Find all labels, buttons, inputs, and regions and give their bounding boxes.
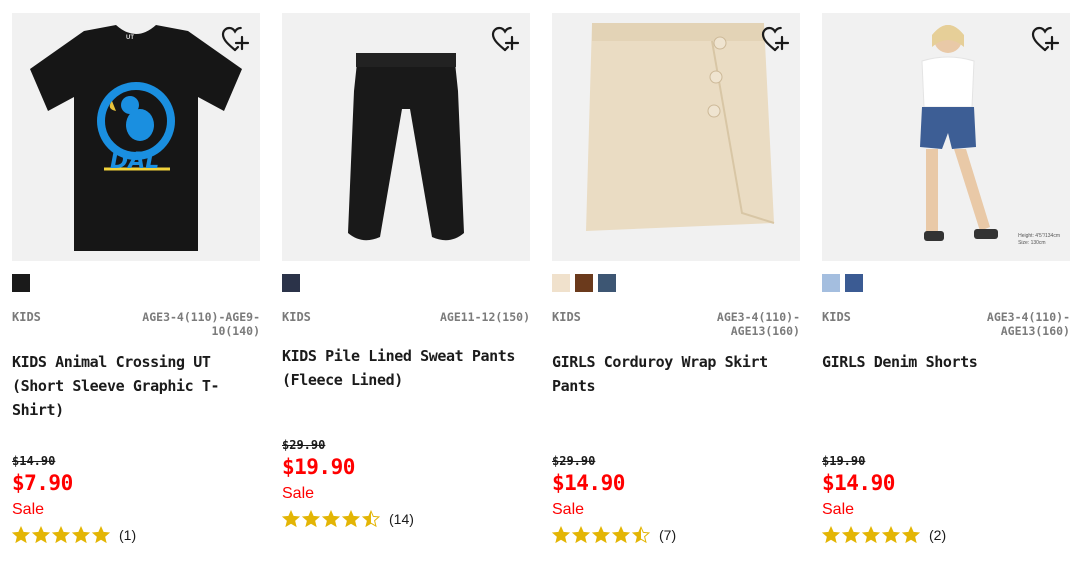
- price-block: $19.90 $14.90 Sale (2): [822, 454, 946, 544]
- model-height: Height: 4'5"/134cm: [1018, 233, 1060, 239]
- sale-label: Sale: [552, 501, 585, 518]
- rating[interactable]: (1): [12, 526, 136, 544]
- product-image[interactable]: [282, 13, 530, 261]
- color-swatch[interactable]: [845, 274, 863, 292]
- size-range: AGE3-4(110)-AGE13(160): [986, 310, 1070, 338]
- sale-label: Sale: [12, 501, 45, 518]
- color-swatch[interactable]: [598, 274, 616, 292]
- star-full-icon: [52, 526, 70, 544]
- add-to-wishlist-heart-icon[interactable]: [220, 25, 250, 53]
- color-swatch[interactable]: [12, 274, 30, 292]
- star-rating: [552, 526, 650, 544]
- color-swatch[interactable]: [822, 274, 840, 292]
- star-full-icon: [842, 526, 860, 544]
- star-full-icon: [552, 526, 570, 544]
- product-name[interactable]: KIDS Pile Lined Sweat Pants (Fleece Line…: [282, 344, 522, 392]
- color-swatch[interactable]: [552, 274, 570, 292]
- size-range: AGE3-4(110)-AGE13(160): [716, 310, 800, 338]
- star-full-icon: [282, 510, 300, 528]
- color-swatches: [12, 274, 260, 292]
- original-price: $14.90: [12, 454, 56, 468]
- star-rating: [12, 526, 110, 544]
- product-name[interactable]: GIRLS Corduroy Wrap Skirt Pants: [552, 350, 792, 398]
- star-full-icon: [12, 526, 30, 544]
- price-block: $29.90 $19.90 Sale (14): [282, 438, 414, 528]
- sale-price: $19.90: [282, 455, 355, 479]
- size-range: AGE3-4(110)-AGE9-10(140): [142, 310, 260, 338]
- star-rating: [822, 526, 920, 544]
- star-half-icon: [632, 526, 650, 544]
- add-to-wishlist-heart-icon[interactable]: [760, 25, 790, 53]
- original-price: $29.90: [552, 454, 596, 468]
- star-full-icon: [322, 510, 340, 528]
- star-full-icon: [612, 526, 630, 544]
- original-price: $19.90: [822, 454, 866, 468]
- review-count: (14): [389, 511, 414, 527]
- sale-label: Sale: [822, 501, 855, 518]
- review-count: (1): [119, 527, 137, 543]
- star-full-icon: [92, 526, 110, 544]
- price-block: $29.90 $14.90 Sale (7): [552, 454, 676, 544]
- model-size: Size: 130cm: [1018, 240, 1046, 246]
- sale-price: $14.90: [552, 471, 625, 495]
- star-full-icon: [72, 526, 90, 544]
- product-card[interactable]: KIDS AGE3-4(110)-AGE13(160) GIRLS Cordur…: [552, 13, 800, 544]
- add-to-wishlist-heart-icon[interactable]: [1030, 25, 1060, 53]
- color-swatch[interactable]: [282, 274, 300, 292]
- star-full-icon: [822, 526, 840, 544]
- add-to-wishlist-heart-icon[interactable]: [490, 25, 520, 53]
- star-full-icon: [862, 526, 880, 544]
- size-range: AGE11-12(150): [439, 310, 530, 324]
- sale-price: $7.90: [12, 471, 73, 495]
- product-card[interactable]: UT DAL KIDS AGE3-4(110)-AGE9-10(140) KID…: [12, 13, 260, 544]
- star-full-icon: [342, 510, 360, 528]
- product-image[interactable]: UT DAL: [12, 13, 260, 261]
- gender-label: KIDS: [552, 310, 581, 324]
- sale-label: Sale: [282, 485, 315, 502]
- model-info: Height: 4'5"/134cm Size: 130cm: [1018, 233, 1060, 247]
- color-swatches: [282, 274, 530, 292]
- color-swatch[interactable]: [575, 274, 593, 292]
- product-card[interactable]: Height: 4'5"/134cm Size: 130cm KIDS AGE3…: [822, 13, 1070, 544]
- sale-price: $14.90: [822, 471, 895, 495]
- star-half-icon: [362, 510, 380, 528]
- color-swatches: [822, 274, 1070, 292]
- star-rating: [282, 510, 380, 528]
- review-count: (7): [659, 527, 677, 543]
- product-image[interactable]: [552, 13, 800, 261]
- product-name[interactable]: GIRLS Denim Shorts: [822, 350, 1062, 374]
- gender-label: KIDS: [822, 310, 851, 324]
- review-count: (2): [929, 527, 947, 543]
- price-block: $14.90 $7.90 Sale (1): [12, 454, 136, 544]
- star-full-icon: [902, 526, 920, 544]
- rating[interactable]: (2): [822, 526, 946, 544]
- product-image[interactable]: Height: 4'5"/134cm Size: 130cm: [822, 13, 1070, 261]
- product-card[interactable]: KIDS AGE11-12(150) KIDS Pile Lined Sweat…: [282, 13, 530, 528]
- star-full-icon: [882, 526, 900, 544]
- star-full-icon: [572, 526, 590, 544]
- rating[interactable]: (7): [552, 526, 676, 544]
- brand-tag: UT: [126, 35, 134, 41]
- product-name[interactable]: KIDS Animal Crossing UT (Short Sleeve Gr…: [12, 350, 252, 422]
- rating[interactable]: (14): [282, 510, 414, 528]
- original-price: $29.90: [282, 438, 326, 452]
- graphic-text: DAL: [110, 149, 160, 174]
- star-full-icon: [32, 526, 50, 544]
- gender-label: KIDS: [282, 310, 311, 324]
- star-full-icon: [302, 510, 320, 528]
- star-full-icon: [592, 526, 610, 544]
- color-swatches: [552, 274, 800, 292]
- gender-label: KIDS: [12, 310, 41, 324]
